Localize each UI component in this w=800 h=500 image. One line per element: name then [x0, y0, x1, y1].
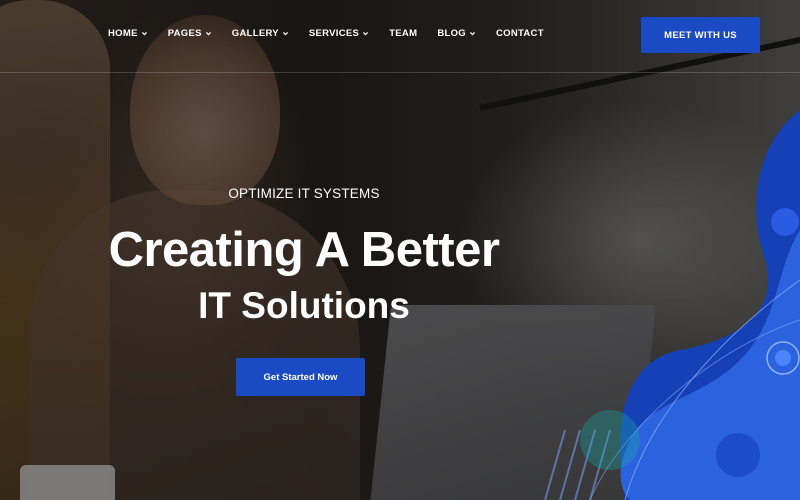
nav-item-home[interactable]: HOME — [108, 28, 148, 39]
nav-item-gallery[interactable]: GALLERY — [232, 28, 289, 39]
wave-orb-mid-inner — [775, 350, 791, 366]
wave-orb-bottom — [716, 433, 760, 477]
chevron-down-icon — [282, 32, 288, 36]
get-started-button[interactable]: Get Started Now — [236, 358, 365, 396]
hero-subtitle: OPTIMIZE IT SYSTEMS — [228, 186, 380, 201]
hero-title-line-1: Creating A Better — [108, 223, 500, 277]
meet-with-us-button[interactable]: MEET WITH US — [641, 17, 760, 53]
nav-item-label: GALLERY — [231, 28, 279, 39]
nav-item-team[interactable]: TEAM — [389, 28, 417, 39]
nav-item-label: PAGES — [167, 28, 202, 39]
nav-item-label: HOME — [108, 28, 138, 39]
nav-item-label: SERVICES — [308, 28, 360, 39]
top-navbar: HOME PAGES GALLERY SERVICES TEAM BLOG CO… — [0, 0, 800, 73]
chevron-down-icon — [469, 32, 476, 36]
nav-item-contact[interactable]: CONTACT — [496, 28, 544, 39]
chevron-down-icon — [363, 32, 369, 36]
wave-orb-top — [771, 208, 799, 236]
main-nav-menu: HOME PAGES GALLERY SERVICES TEAM BLOG CO… — [108, 28, 544, 39]
hero-title-line-2: IT Solutions — [198, 285, 410, 326]
nav-item-services[interactable]: SERVICES — [309, 28, 369, 39]
nav-item-label: CONTACT — [495, 28, 544, 39]
chevron-down-icon — [141, 32, 147, 36]
nav-item-pages[interactable]: PAGES — [168, 28, 212, 39]
nav-item-label: TEAM — [389, 28, 418, 39]
wave-orb-teal — [580, 410, 640, 470]
nav-item-blog[interactable]: BLOG — [437, 28, 476, 39]
chevron-down-icon — [205, 32, 211, 36]
nav-item-label: BLOG — [437, 28, 466, 39]
